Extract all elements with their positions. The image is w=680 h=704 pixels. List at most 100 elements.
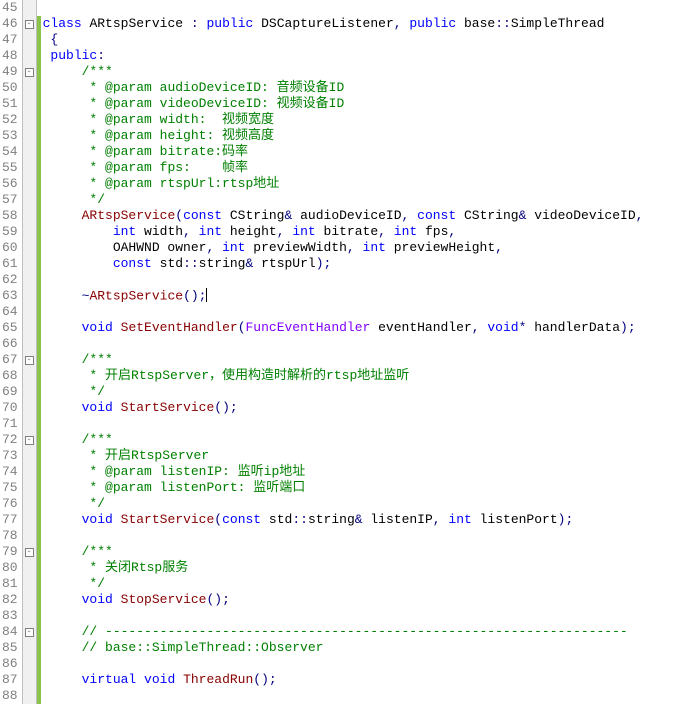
code-line[interactable]: * @param videoDeviceID: 视频设备ID [41, 96, 680, 112]
code-line[interactable]: /*** [41, 432, 680, 448]
fold-cell[interactable]: - [23, 544, 36, 560]
line-number[interactable]: 66 [0, 336, 22, 352]
code-line[interactable]: /*** [41, 352, 680, 368]
line-number[interactable]: 48 [0, 48, 22, 64]
fold-cell[interactable]: - [23, 624, 36, 640]
fold-toggle-icon[interactable]: - [25, 20, 34, 29]
line-number[interactable]: 47 [0, 32, 22, 48]
line-number[interactable]: 60 [0, 240, 22, 256]
code-line[interactable]: { [41, 32, 680, 48]
fold-cell[interactable]: - [23, 432, 36, 448]
code-line[interactable]: * 开启RtspServer，使用构造时解析的rtsp地址监听 [41, 368, 680, 384]
line-number[interactable]: 77 [0, 512, 22, 528]
line-number[interactable]: 73 [0, 448, 22, 464]
line-number[interactable]: 79 [0, 544, 22, 560]
line-number[interactable]: 56 [0, 176, 22, 192]
line-number[interactable]: 64 [0, 304, 22, 320]
line-number[interactable]: 53 [0, 128, 22, 144]
line-number[interactable]: 83 [0, 608, 22, 624]
line-number[interactable]: 87 [0, 672, 22, 688]
line-number[interactable]: 50 [0, 80, 22, 96]
line-number[interactable]: 49 [0, 64, 22, 80]
line-number[interactable]: 51 [0, 96, 22, 112]
code-line[interactable]: void StartService(const std::string& lis… [41, 512, 680, 528]
line-number[interactable]: 52 [0, 112, 22, 128]
code-line[interactable] [41, 336, 680, 352]
line-number[interactable]: 67 [0, 352, 22, 368]
line-number[interactable]: 88 [0, 688, 22, 704]
code-line[interactable] [41, 272, 680, 288]
code-line[interactable] [41, 0, 680, 16]
code-line[interactable]: const std::string& rtspUrl); [41, 256, 680, 272]
code-line[interactable]: /*** [41, 64, 680, 80]
code-line[interactable]: ~ARtspService(); [41, 288, 680, 304]
code-line[interactable] [41, 528, 680, 544]
code-line[interactable]: // base::SimpleThread::Observer [41, 640, 680, 656]
code-line[interactable]: int width, int height, int bitrate, int … [41, 224, 680, 240]
line-number[interactable]: 75 [0, 480, 22, 496]
line-number[interactable]: 70 [0, 400, 22, 416]
code-line[interactable]: * 关闭Rtsp服务 [41, 560, 680, 576]
code-line[interactable]: public: [41, 48, 680, 64]
code-line[interactable] [41, 688, 680, 704]
fold-toggle-icon[interactable]: - [25, 436, 34, 445]
code-line[interactable] [41, 656, 680, 672]
line-number[interactable]: 65 [0, 320, 22, 336]
code-line[interactable]: * @param audioDeviceID: 音频设备ID [41, 80, 680, 96]
fold-cell[interactable]: - [23, 64, 36, 80]
code-line[interactable]: void StartService(); [41, 400, 680, 416]
line-number[interactable]: 69 [0, 384, 22, 400]
line-number[interactable]: 86 [0, 656, 22, 672]
code-line[interactable]: // -------------------------------------… [41, 624, 680, 640]
code-line[interactable]: * @param listenIP: 监听ip地址 [41, 464, 680, 480]
line-number[interactable]: 61 [0, 256, 22, 272]
line-number[interactable]: 45 [0, 0, 22, 16]
line-number[interactable]: 46 [0, 16, 22, 32]
code-line[interactable]: void SetEventHandler(FuncEventHandler ev… [41, 320, 680, 336]
fold-cell[interactable]: - [23, 352, 36, 368]
code-line[interactable]: virtual void ThreadRun(); [41, 672, 680, 688]
line-number[interactable]: 82 [0, 592, 22, 608]
line-number[interactable]: 62 [0, 272, 22, 288]
code-line[interactable] [41, 304, 680, 320]
code-line[interactable]: * @param rtspUrl:rtsp地址 [41, 176, 680, 192]
line-number[interactable]: 84 [0, 624, 22, 640]
code-line[interactable]: * @param height: 视频高度 [41, 128, 680, 144]
code-line[interactable]: * 开启RtspServer [41, 448, 680, 464]
code-line[interactable] [41, 416, 680, 432]
code-line[interactable]: */ [41, 496, 680, 512]
code-line[interactable]: /*** [41, 544, 680, 560]
line-number[interactable]: 57 [0, 192, 22, 208]
line-number[interactable]: 72 [0, 432, 22, 448]
fold-toggle-icon[interactable]: - [25, 356, 34, 365]
code-line[interactable]: OAHWND owner, int previewWidth, int prev… [41, 240, 680, 256]
line-number[interactable]: 55 [0, 160, 22, 176]
code-line[interactable]: ARtspService(const CString& audioDeviceI… [41, 208, 680, 224]
line-number[interactable]: 63 [0, 288, 22, 304]
line-number[interactable]: 54 [0, 144, 22, 160]
line-number[interactable]: 68 [0, 368, 22, 384]
code-area[interactable]: class ARtspService : public DSCaptureLis… [41, 0, 680, 704]
code-line[interactable]: class ARtspService : public DSCaptureLis… [41, 16, 680, 32]
code-line[interactable]: * @param width: 视频宽度 [41, 112, 680, 128]
code-line[interactable]: void StopService(); [41, 592, 680, 608]
fold-gutter[interactable]: - - - - - - [23, 0, 37, 704]
line-number[interactable]: 81 [0, 576, 22, 592]
fold-toggle-icon[interactable]: - [25, 68, 34, 77]
code-line[interactable]: * @param listenPort: 监听端口 [41, 480, 680, 496]
code-editor[interactable]: 4546474849505152535455565758596061626364… [0, 0, 680, 704]
line-number[interactable]: 59 [0, 224, 22, 240]
code-line[interactable]: * @param fps: 帧率 [41, 160, 680, 176]
line-number[interactable]: 85 [0, 640, 22, 656]
fold-toggle-icon[interactable]: - [25, 548, 34, 557]
fold-toggle-icon[interactable]: - [25, 628, 34, 637]
code-line[interactable]: */ [41, 384, 680, 400]
line-number-gutter[interactable]: 4546474849505152535455565758596061626364… [0, 0, 23, 704]
line-number[interactable]: 80 [0, 560, 22, 576]
code-line[interactable] [41, 608, 680, 624]
code-line[interactable]: */ [41, 576, 680, 592]
code-line[interactable]: * @param bitrate:码率 [41, 144, 680, 160]
line-number[interactable]: 74 [0, 464, 22, 480]
fold-cell[interactable]: - [23, 16, 36, 32]
line-number[interactable]: 76 [0, 496, 22, 512]
